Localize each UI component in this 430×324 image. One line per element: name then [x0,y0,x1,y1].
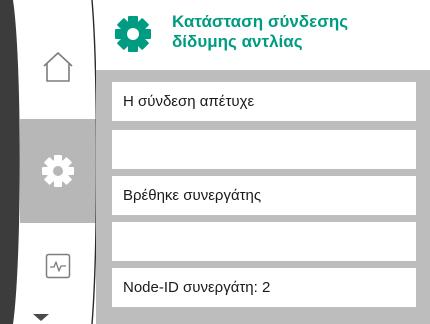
list-item-connection-status[interactable]: Η σύνδεση απέτυχε [112,82,416,121]
navigation-rail [0,0,96,324]
rail-border [0,0,96,324]
screen-header: Κατάσταση σύνδεσης δίδυμης αντλίας [96,0,430,70]
list-item-partner-node-id[interactable]: Node-ID συνεργάτη: 2 [112,268,416,307]
chevron-down-icon[interactable] [33,314,49,321]
page-title: Κατάσταση σύνδεσης δίδυμης αντλίας [172,12,422,52]
gear-icon [115,16,151,52]
list-item-empty[interactable] [112,130,416,169]
list-item-partner-found[interactable]: Βρέθηκε συνεργάτης [112,176,416,215]
status-list: Η σύνδεση απέτυχε Βρέθηκε συνεργάτης Nod… [96,70,430,324]
page-title-line-2: δίδυμης αντλίας [172,32,303,51]
page-title-line-1: Κατάσταση σύνδεσης [172,12,349,31]
list-item-empty[interactable] [112,222,416,261]
